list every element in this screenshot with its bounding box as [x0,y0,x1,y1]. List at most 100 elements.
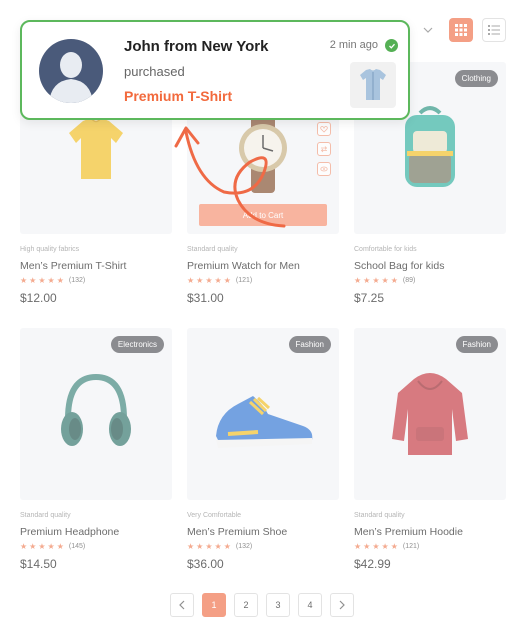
next-page-button[interactable] [330,593,354,617]
star-icon: ★ [223,276,231,285]
review-count: (132) [68,277,86,284]
product-card[interactable]: Electronics Standard quality Premium Hea… [20,328,172,571]
page-button-1[interactable]: 1 [202,593,226,617]
purchase-action: purchased [124,64,185,79]
star-icon: ★ [38,276,46,285]
star-icon: ★ [38,542,46,551]
product-rating: ★ ★ ★ ★ ★ (132) [187,542,339,551]
category-badge: Electronics [110,336,164,353]
star-icon: ★ [381,276,389,285]
shoe-image [216,396,313,448]
product-price: $12.00 [20,291,57,305]
notification-time: 2 min ago [329,39,378,51]
star-icon: ★ [56,276,64,285]
review-count: (132) [235,543,253,550]
product-price: $42.99 [354,557,391,571]
page-button-3[interactable]: 3 [266,593,290,617]
star-icon: ★ [363,542,371,551]
product-rating: ★ ★ ★ ★ ★ (145) [20,542,172,551]
product-card[interactable]: Fashion Standard quality Men’s Premium H… [354,328,506,571]
star-icon: ★ [390,276,398,285]
buyer-name: John from New York [124,38,269,55]
t-shirt-image [69,117,123,179]
star-icon: ★ [372,276,380,285]
headphone-image [61,373,131,446]
compare-icon[interactable] [317,142,331,156]
list-view-button[interactable] [482,18,506,42]
product-image[interactable]: Fashion [187,328,339,500]
review-count: (145) [68,543,86,550]
add-to-cart-button[interactable]: Add to Cart [199,204,327,226]
product-quality: Standard quality [354,512,405,519]
star-icon: ★ [205,542,213,551]
list-view-icon [488,25,500,35]
star-icon: ★ [381,542,389,551]
star-icon: ★ [56,542,64,551]
star-icon: ★ [196,542,204,551]
star-icon: ★ [214,542,222,551]
product-quality: Comfortable for kids [354,246,417,253]
product-price: $36.00 [187,557,224,571]
prev-page-button[interactable] [170,593,194,617]
category-badge: Clothing [454,70,498,87]
star-icon: ★ [187,276,195,285]
star-icon: ★ [363,276,371,285]
page-button-2[interactable]: 2 [234,593,258,617]
product-quality: Standard quality [187,246,238,253]
product-name[interactable]: Men’s Premium Hoodie [354,526,506,538]
heart-icon[interactable] [317,122,331,136]
product-name[interactable]: Premium Headphone [20,526,172,538]
product-quick-actions [317,122,331,176]
hoodie-image [392,373,468,455]
grid-view-button[interactable] [449,18,473,42]
category-badge: Fashion [288,336,331,353]
star-icon: ★ [47,542,55,551]
product-rating: ★ ★ ★ ★ ★ (89) [354,276,506,285]
product-price: $14.50 [20,557,57,571]
product-card[interactable]: Fashion Very Comfortable Men’s Premium S… [187,328,339,571]
product-rating: ★ ★ ★ ★ ★ (121) [354,542,506,551]
product-thumbnail[interactable] [350,62,396,108]
star-icon: ★ [390,542,398,551]
pagination: 1 2 3 4 [170,593,354,617]
view-toolbar [416,18,506,42]
product-rating: ★ ★ ★ ★ ★ (132) [20,276,172,285]
star-icon: ★ [47,276,55,285]
star-icon: ★ [187,542,195,551]
product-quality: High quality fabrics [20,246,80,253]
product-quality: Standard quality [20,512,71,519]
product-name[interactable]: School Bag for kids [354,260,506,272]
product-quality: Very Comfortable [187,512,242,519]
product-image[interactable]: Electronics [20,328,172,500]
product-name[interactable]: Premium Watch for Men [187,260,339,272]
eye-icon[interactable] [317,162,331,176]
review-count: (89) [402,277,416,284]
star-icon: ★ [20,542,28,551]
star-icon: ★ [214,276,222,285]
star-icon: ★ [205,276,213,285]
star-icon: ★ [223,542,231,551]
page-button-4[interactable]: 4 [298,593,322,617]
star-icon: ★ [354,542,362,551]
user-silhouette-icon [49,52,93,103]
chevron-right-icon [339,600,345,610]
purchase-notification[interactable]: John from New York purchased Premium T-S… [20,20,410,120]
product-price: $7.25 [354,291,385,305]
star-icon: ★ [354,276,362,285]
product-name[interactable]: Men’s Premium Shoe [187,526,339,538]
star-icon: ★ [29,276,37,285]
avatar [39,39,103,103]
review-count: (121) [402,543,420,550]
review-count: (121) [235,277,253,284]
star-icon: ★ [20,276,28,285]
star-icon: ★ [29,542,37,551]
purchased-product-link[interactable]: Premium T-Shirt [124,88,232,104]
verified-check-icon [385,39,398,52]
product-name[interactable]: Men’s Premium T-Shirt [20,260,172,272]
product-image[interactable]: Fashion [354,328,506,500]
chevron-down-icon[interactable] [416,18,440,42]
star-icon: ★ [372,542,380,551]
chevron-left-icon [179,600,185,610]
star-icon: ★ [196,276,204,285]
shirt-thumbnail-icon [360,69,386,100]
